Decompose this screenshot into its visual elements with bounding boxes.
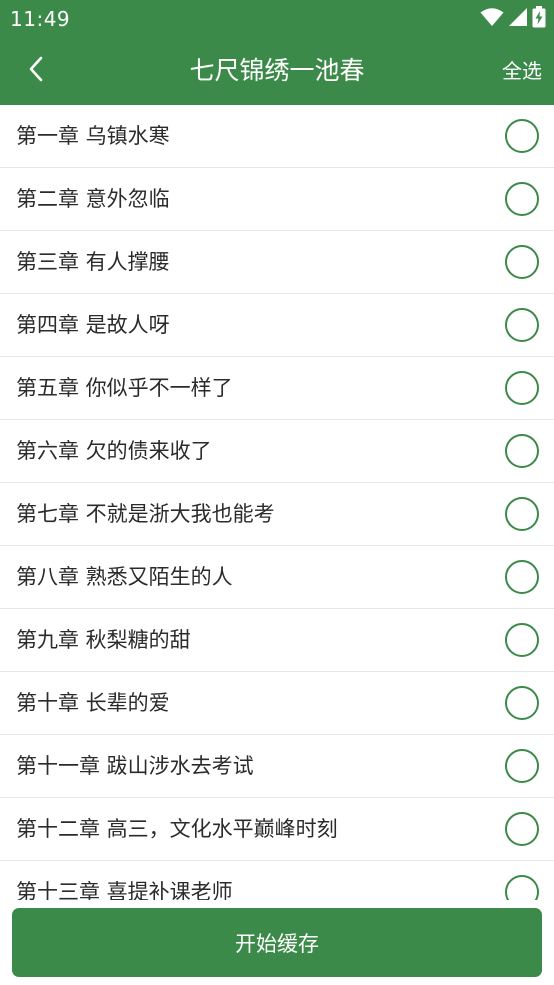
unchecked-circle-icon[interactable]: [505, 560, 539, 594]
chapter-row[interactable]: 第七章 不就是浙大我也能考: [0, 483, 554, 546]
chapter-title: 第五章 你似乎不一样了: [16, 376, 233, 400]
chapter-row[interactable]: 第四章 是故人呀: [0, 294, 554, 357]
chapter-title: 第十一章 跋山涉水去考试: [16, 754, 254, 778]
start-cache-button[interactable]: 开始缓存: [12, 908, 542, 977]
wifi-icon: [480, 7, 504, 31]
page-title: 七尺锦绣一池春: [189, 56, 365, 85]
unchecked-circle-icon[interactable]: [505, 371, 539, 405]
chapter-title: 第六章 欠的债来收了: [16, 439, 212, 463]
chapter-title: 第八章 熟悉又陌生的人: [16, 565, 233, 589]
chapter-row[interactable]: 第十二章 高三，文化水平巅峰时刻: [0, 798, 554, 861]
chapter-title: 第十章 长辈的爱: [16, 691, 170, 715]
select-all-button[interactable]: 全选: [502, 58, 542, 84]
chapter-title: 第二章 意外忽临: [16, 187, 170, 211]
status-bar: 11:49: [0, 0, 554, 37]
chapter-title: 第十三章 喜提补课老师: [16, 880, 233, 900]
unchecked-circle-icon[interactable]: [505, 182, 539, 216]
unchecked-circle-icon[interactable]: [505, 686, 539, 720]
chapter-list: 第一章 乌镇水寒 第二章 意外忽临 第三章 有人撑腰 第四章 是故人呀 第五章 …: [0, 105, 554, 900]
chapter-row[interactable]: 第九章 秋梨糖的甜: [0, 609, 554, 672]
app-bar: 七尺锦绣一池春 全选: [0, 37, 554, 105]
chapter-row[interactable]: 第八章 熟悉又陌生的人: [0, 546, 554, 609]
unchecked-circle-icon[interactable]: [505, 434, 539, 468]
chapter-title: 第七章 不就是浙大我也能考: [16, 502, 275, 526]
unchecked-circle-icon[interactable]: [505, 119, 539, 153]
chapter-title: 第十二章 高三，文化水平巅峰时刻: [16, 817, 338, 841]
unchecked-circle-icon[interactable]: [505, 623, 539, 657]
status-icons: [480, 6, 546, 32]
chapter-row[interactable]: 第十一章 跋山涉水去考试: [0, 735, 554, 798]
unchecked-circle-icon[interactable]: [505, 812, 539, 846]
chapter-row[interactable]: 第三章 有人撑腰: [0, 231, 554, 294]
battery-icon: [532, 6, 546, 32]
chapter-title: 第九章 秋梨糖的甜: [16, 628, 191, 652]
bottom-bar: 开始缓存: [0, 900, 554, 985]
chapter-title: 第三章 有人撑腰: [16, 250, 170, 274]
chapter-row[interactable]: 第十三章 喜提补课老师: [0, 861, 554, 900]
chapter-row[interactable]: 第五章 你似乎不一样了: [0, 357, 554, 420]
unchecked-circle-icon[interactable]: [505, 875, 539, 900]
unchecked-circle-icon[interactable]: [505, 308, 539, 342]
unchecked-circle-icon[interactable]: [505, 497, 539, 531]
chapter-row[interactable]: 第一章 乌镇水寒: [0, 105, 554, 168]
unchecked-circle-icon[interactable]: [505, 749, 539, 783]
chapter-row[interactable]: 第十章 长辈的爱: [0, 672, 554, 735]
chapter-title: 第一章 乌镇水寒: [16, 124, 170, 148]
status-time: 11:49: [10, 7, 71, 31]
cell-signal-icon: [508, 7, 528, 31]
chapter-row[interactable]: 第二章 意外忽临: [0, 168, 554, 231]
chapter-row[interactable]: 第六章 欠的债来收了: [0, 420, 554, 483]
chapter-title: 第四章 是故人呀: [16, 313, 170, 337]
unchecked-circle-icon[interactable]: [505, 245, 539, 279]
